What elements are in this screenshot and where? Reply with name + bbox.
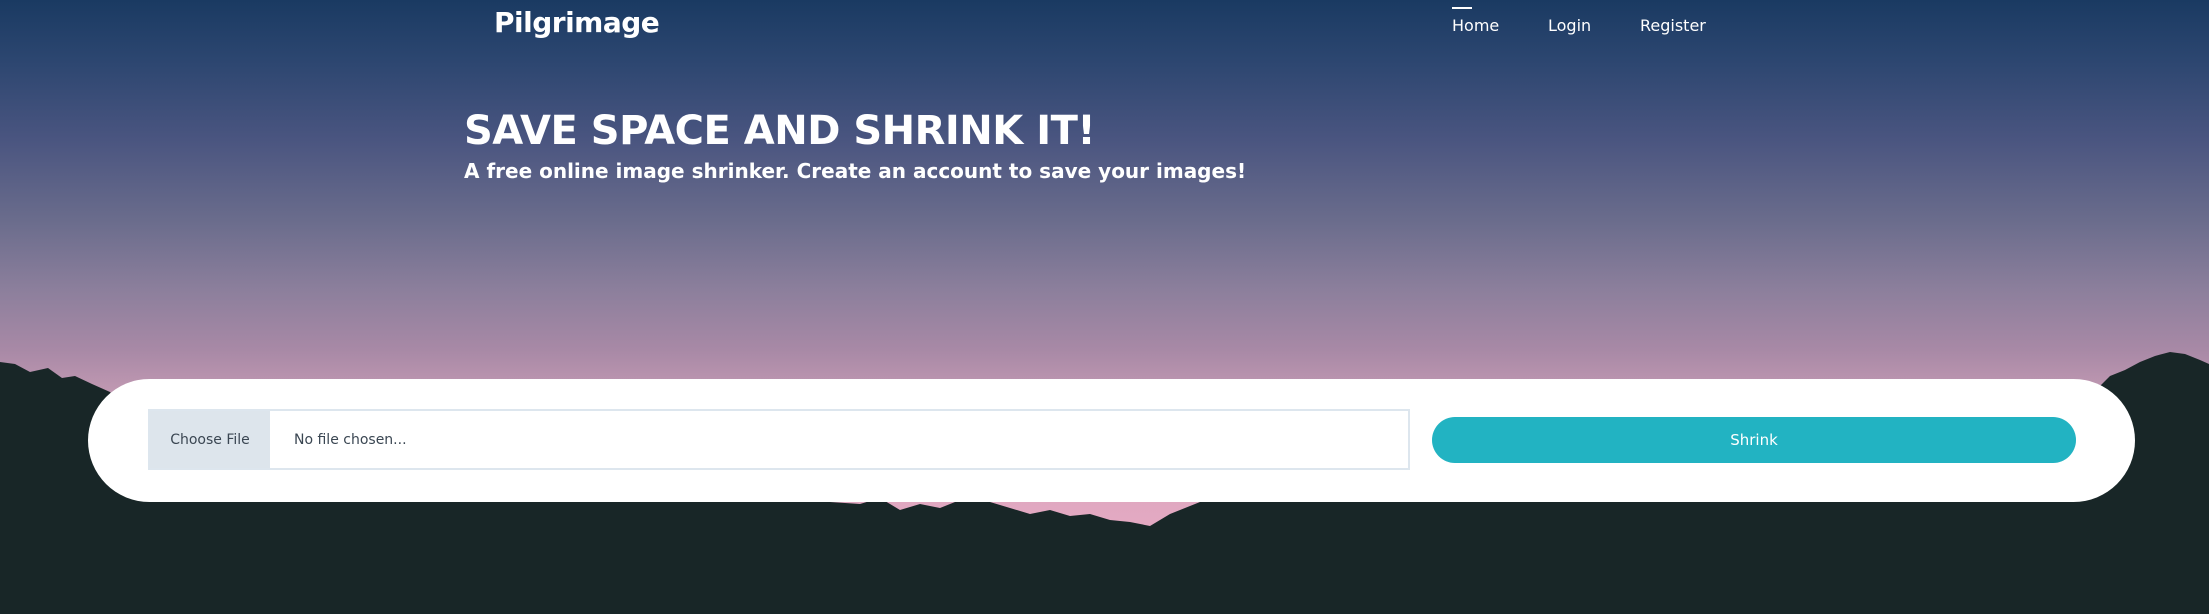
nav-home-link[interactable]: Home	[1452, 16, 1499, 35]
active-nav-indicator	[1452, 7, 1472, 9]
mountain-silhouette	[0, 352, 2209, 614]
page: Pilgrimage Home Login Register SAVE SPAC…	[0, 0, 2209, 614]
shrink-button[interactable]: Shrink	[1432, 417, 2076, 463]
hero-title: SAVE SPACE AND SHRINK IT!	[464, 108, 1096, 154]
choose-file-button[interactable]: Choose File	[150, 411, 270, 468]
file-input[interactable]: Choose File No file chosen...	[148, 409, 1410, 470]
upload-card: Choose File No file chosen... Shrink	[88, 379, 2135, 502]
hero-subtitle: A free online image shrinker. Create an …	[464, 159, 1247, 183]
logo[interactable]: Pilgrimage	[494, 6, 660, 39]
nav-login-link[interactable]: Login	[1548, 16, 1591, 35]
file-status-text: No file chosen...	[294, 431, 407, 448]
nav-register-link[interactable]: Register	[1640, 16, 1706, 35]
